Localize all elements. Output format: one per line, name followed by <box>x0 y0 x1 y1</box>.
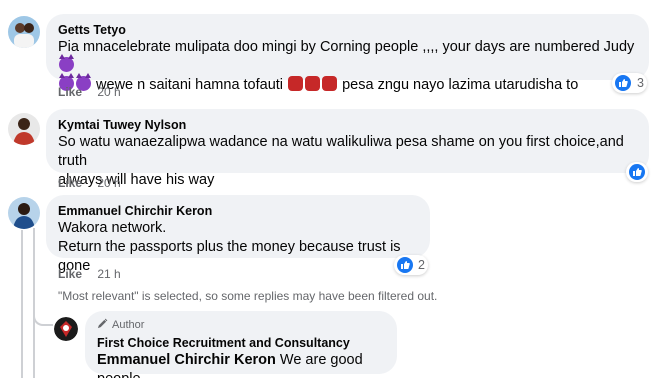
pencil-icon <box>97 318 108 332</box>
timestamp[interactable]: 21 h <box>97 267 120 281</box>
comment-actions: Like 20 h <box>58 176 121 190</box>
like-button[interactable]: Like <box>58 176 82 190</box>
avatar[interactable] <box>54 317 78 341</box>
comment-text-line: Pia mnacelebrate mulipata doo mingi by C… <box>58 39 635 55</box>
reply-text: Emmanuel Chirchir Keron We are good peop… <box>97 351 385 378</box>
mention-link[interactable]: Emmanuel Chirchir Keron <box>97 352 276 368</box>
thread-line <box>21 230 23 378</box>
reply-author[interactable]: First Choice Recruitment and Consultancy <box>97 335 385 351</box>
comment-text: Wakora network. <box>58 220 167 236</box>
comment-author[interactable]: Getts Tetyo <box>58 22 637 38</box>
devil-emoji-icon <box>59 54 74 72</box>
comment-text: always will have his way <box>58 172 215 188</box>
like-button[interactable]: Like <box>58 85 82 99</box>
reaction-count[interactable]: 2 <box>394 255 428 275</box>
comment-text: So watu wanaezalipwa wadance na watu wal… <box>58 134 624 169</box>
like-reaction-icon <box>397 257 413 273</box>
timestamp[interactable]: 20 h <box>97 85 120 99</box>
timestamp[interactable]: 20 h <box>97 176 120 190</box>
reaction-count[interactable]: 3 <box>612 73 647 93</box>
author-badge: Author <box>97 318 385 332</box>
ogre-emoji-icon <box>288 76 304 91</box>
comment-bubble: Kymtai Tuwey Nylson So watu wanaezalipwa… <box>46 109 649 188</box>
like-reaction-icon <box>629 164 645 180</box>
comment-text-line: pesa zngu nayo lazima utarudisha to <box>342 77 579 93</box>
reaction-count[interactable] <box>626 162 648 182</box>
like-button[interactable]: Like <box>58 267 82 281</box>
comment-bubble: Getts Tetyo Pia mnacelebrate mulipata do… <box>46 14 649 93</box>
avatar[interactable] <box>8 197 40 229</box>
comment-text: wewe n saitani hamna tofauti pesa zngu n… <box>58 73 637 95</box>
reply-connector <box>33 300 53 326</box>
comment-author[interactable]: Emmanuel Chirchir Keron <box>58 203 418 219</box>
comment-bubble: Emmanuel Chirchir Keron Wakora network. … <box>46 195 430 274</box>
ogre-emoji-icon <box>305 76 321 91</box>
like-reaction-icon <box>615 75 631 91</box>
filter-notice: "Most relevant" is selected, so some rep… <box>58 289 438 303</box>
avatar[interactable] <box>8 16 40 48</box>
author-badge-label: Author <box>112 319 145 331</box>
comment-actions: Like 21 h <box>58 267 121 281</box>
reaction-count-value: 3 <box>637 76 644 90</box>
comment-actions: Like 20 h <box>58 85 121 99</box>
reply-bubble: Author First Choice Recruitment and Cons… <box>85 311 397 378</box>
comment-text: Pia mnacelebrate mulipata doo mingi by C… <box>58 38 637 76</box>
ogre-emoji-icon <box>322 76 338 91</box>
comment-text-line: wewe n saitani hamna tofauti <box>96 77 284 93</box>
comment-author[interactable]: Kymtai Tuwey Nylson <box>58 117 637 133</box>
reaction-count-value: 2 <box>418 258 425 272</box>
avatar[interactable] <box>8 113 40 145</box>
